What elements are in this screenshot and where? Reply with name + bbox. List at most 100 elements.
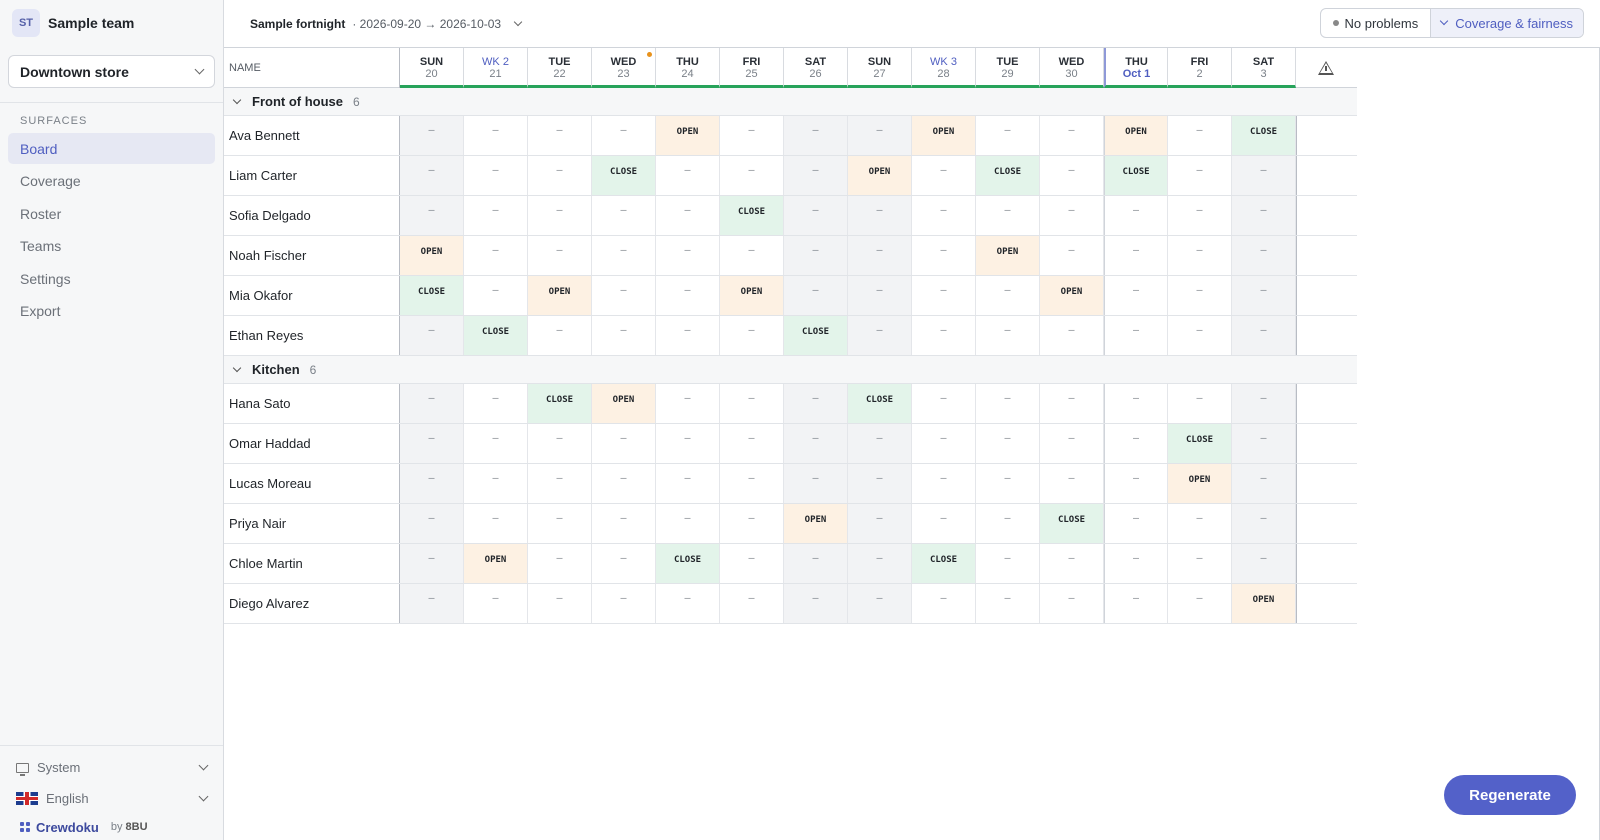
shift-cell-empty[interactable]: – [1232,384,1296,423]
shift-cell-empty[interactable]: – [1040,316,1104,355]
shift-cell-empty[interactable]: – [464,276,528,315]
shift-cell-empty[interactable]: – [656,316,720,355]
shift-cell-empty[interactable]: – [848,464,912,503]
shift-cell-empty[interactable]: – [848,584,912,623]
shift-cell-empty[interactable]: – [784,424,848,463]
staff-name[interactable]: Ava Bennett [224,116,400,155]
shift-cell-empty[interactable]: – [976,504,1040,543]
language-select[interactable]: English [0,783,223,814]
shift-cell-empty[interactable]: – [1040,116,1104,155]
shift-cell-empty[interactable]: – [912,424,976,463]
day-header[interactable]: WK 2 21 [464,48,528,88]
sidebar-item-export[interactable]: Export [8,296,215,327]
day-header[interactable]: TUE 22 [528,48,592,88]
shift-cell-empty[interactable]: – [784,116,848,155]
shift-cell-empty[interactable]: – [720,316,784,355]
shift-cell-empty[interactable]: – [1104,236,1168,275]
staff-name[interactable]: Omar Haddad [224,424,400,463]
shift-cell-empty[interactable]: – [1168,544,1232,583]
shift-cell-empty[interactable]: – [464,156,528,195]
shift-cell-empty[interactable]: – [592,584,656,623]
group-header[interactable]: Front of house 6 [224,88,1357,116]
shift-cell-empty[interactable]: – [720,156,784,195]
shift-cell-empty[interactable]: – [720,504,784,543]
shift-cell-empty[interactable]: – [720,384,784,423]
shift-cell-empty[interactable]: – [400,504,464,543]
shift-cell-empty[interactable]: – [656,424,720,463]
shift-cell-empty[interactable]: – [1104,544,1168,583]
shift-cell-empty[interactable]: – [528,316,592,355]
shift-cell-empty[interactable]: – [912,384,976,423]
shift-cell-empty[interactable]: – [1104,276,1168,315]
shift-cell-empty[interactable]: – [784,156,848,195]
day-header[interactable]: FRI 2 [1168,48,1232,88]
day-header[interactable]: THU 24 [656,48,720,88]
shift-cell-empty[interactable]: – [1040,464,1104,503]
day-header[interactable]: WED 30 [1040,48,1104,88]
shift-cell-close[interactable]: CLOSE [464,316,528,355]
shift-cell-open[interactable]: OPEN [1232,584,1296,623]
shift-cell-empty[interactable]: – [656,156,720,195]
shift-cell-empty[interactable]: – [784,544,848,583]
shift-cell-empty[interactable]: – [1168,116,1232,155]
shift-cell-empty[interactable]: – [1232,464,1296,503]
shift-cell-open[interactable]: OPEN [528,276,592,315]
shift-cell-empty[interactable]: – [912,236,976,275]
shift-cell-empty[interactable]: – [1104,464,1168,503]
shift-cell-open[interactable]: OPEN [400,236,464,275]
team-switcher[interactable]: ST Sample team [0,0,223,46]
shift-cell-empty[interactable]: – [1168,276,1232,315]
shift-cell-empty[interactable]: – [784,236,848,275]
shift-cell-empty[interactable]: – [592,196,656,235]
shift-cell-empty[interactable]: – [1040,196,1104,235]
shift-cell-empty[interactable]: – [592,464,656,503]
shift-cell-empty[interactable]: – [528,464,592,503]
shift-cell-empty[interactable]: – [1104,316,1168,355]
shift-cell-empty[interactable]: – [400,156,464,195]
shift-cell-empty[interactable]: – [1168,584,1232,623]
shift-cell-empty[interactable]: – [848,196,912,235]
shift-cell-empty[interactable]: – [592,544,656,583]
shift-cell-empty[interactable]: – [848,316,912,355]
shift-cell-empty[interactable]: – [912,196,976,235]
shift-cell-empty[interactable]: – [592,116,656,155]
shift-cell-empty[interactable]: – [592,316,656,355]
shift-cell-empty[interactable]: – [720,544,784,583]
shift-cell-empty[interactable]: – [1168,156,1232,195]
shift-cell-close[interactable]: CLOSE [400,276,464,315]
shift-cell-empty[interactable]: – [656,384,720,423]
sidebar-item-coverage[interactable]: Coverage [8,166,215,197]
shift-cell-empty[interactable]: – [848,544,912,583]
shift-cell-empty[interactable]: – [528,116,592,155]
shift-cell-empty[interactable]: – [1168,384,1232,423]
shift-cell-empty[interactable]: – [528,156,592,195]
shift-cell-empty[interactable]: – [1232,156,1296,195]
shift-cell-empty[interactable]: – [1232,196,1296,235]
shift-cell-close[interactable]: CLOSE [784,316,848,355]
shift-cell-empty[interactable]: – [848,276,912,315]
day-header[interactable]: SUN 27 [848,48,912,88]
shift-cell-empty[interactable]: – [976,116,1040,155]
shift-cell-empty[interactable]: – [592,424,656,463]
shift-cell-open[interactable]: OPEN [656,116,720,155]
shift-cell-empty[interactable]: – [400,424,464,463]
shift-cell-empty[interactable]: – [912,276,976,315]
shift-cell-close[interactable]: CLOSE [1040,504,1104,543]
shift-cell-empty[interactable]: – [464,584,528,623]
staff-name[interactable]: Chloe Martin [224,544,400,583]
shift-cell-empty[interactable]: – [1232,276,1296,315]
shift-cell-empty[interactable]: – [1104,584,1168,623]
shift-cell-empty[interactable]: – [976,464,1040,503]
shift-cell-empty[interactable]: – [912,504,976,543]
day-header[interactable]: THU Oct 1 [1104,48,1168,88]
shift-cell-empty[interactable]: – [592,236,656,275]
shift-cell-empty[interactable]: – [1040,156,1104,195]
shift-cell-empty[interactable]: – [464,236,528,275]
shift-cell-empty[interactable]: – [1104,384,1168,423]
problems-status-button[interactable]: No problems [1321,9,1432,37]
shift-cell-empty[interactable]: – [1232,544,1296,583]
shift-cell-empty[interactable]: – [976,316,1040,355]
shift-cell-close[interactable]: CLOSE [976,156,1040,195]
shift-cell-empty[interactable]: – [1104,196,1168,235]
shift-cell-empty[interactable]: – [1168,316,1232,355]
